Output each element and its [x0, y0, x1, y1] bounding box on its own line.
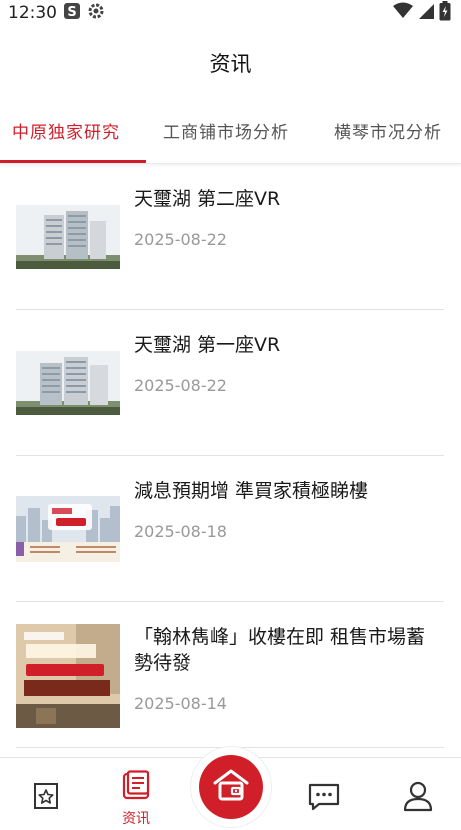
active-tab-indicator	[0, 160, 146, 163]
article-title: 天璽湖 第一座VR	[134, 334, 281, 356]
status-bar: 12:30 S	[0, 0, 461, 26]
article-date: 2025-08-18	[134, 522, 227, 541]
home-button-circle	[199, 755, 263, 819]
nav-news[interactable]: 资讯	[90, 758, 182, 830]
article-item[interactable]: 減息預期增 準買家積極睇樓 2025-08-18	[16, 456, 444, 602]
nav-profile[interactable]	[372, 758, 461, 830]
article-date: 2025-08-14	[134, 694, 227, 713]
article-item[interactable]: 「翰林雋峰」收樓在即 租售市場蓄勢待發 2025-08-14	[16, 602, 444, 748]
chat-icon	[307, 782, 341, 816]
svg-text:S: S	[67, 5, 76, 20]
nav-favorites[interactable]	[0, 758, 92, 830]
article-list: 天璽湖 第二座VR 2025-08-22 天璽湖 第一座VR 2025-08-2…	[16, 164, 444, 748]
category-tabs: 中原独家研究 工商铺市场分析 横琴市况分析	[0, 110, 461, 164]
nav-news-label: 资讯	[122, 811, 150, 827]
tab-hengqin-market[interactable]: 横琴市况分析	[334, 110, 442, 163]
s-app-icon: S	[63, 2, 81, 25]
home-button[interactable]	[190, 746, 272, 828]
wifi-icon	[393, 2, 413, 24]
article-title: 天璽湖 第二座VR	[134, 188, 281, 210]
person-icon	[403, 780, 433, 816]
article-title: 減息預期增 準買家積極睇樓	[134, 480, 369, 502]
status-time: 12:30	[8, 3, 57, 23]
article-item[interactable]: 天璽湖 第一座VR 2025-08-22	[16, 310, 444, 456]
home-icon	[211, 767, 251, 807]
page-title: 资讯	[209, 52, 252, 76]
article-date: 2025-08-22	[134, 230, 227, 249]
article-thumbnail	[16, 205, 120, 269]
battery-icon	[439, 1, 451, 25]
article-item[interactable]: 天璽湖 第二座VR 2025-08-22	[16, 164, 444, 310]
article-thumbnail	[16, 351, 120, 415]
signal-icon	[417, 2, 435, 24]
news-icon	[120, 770, 152, 806]
nav-messages[interactable]	[278, 758, 370, 830]
article-date: 2025-08-22	[134, 376, 227, 395]
status-left: 12:30 S	[8, 2, 105, 25]
tab-exclusive-research[interactable]: 中原独家研究	[12, 110, 120, 163]
star-doc-icon	[33, 782, 59, 814]
article-thumbnail	[16, 496, 120, 562]
status-right	[393, 1, 451, 25]
gear-icon	[87, 2, 105, 25]
article-title: 「翰林雋峰」收樓在即 租售市場蓄勢待發	[134, 626, 426, 674]
article-thumbnail	[16, 624, 120, 728]
tab-commercial-market[interactable]: 工商铺市场分析	[163, 110, 289, 163]
